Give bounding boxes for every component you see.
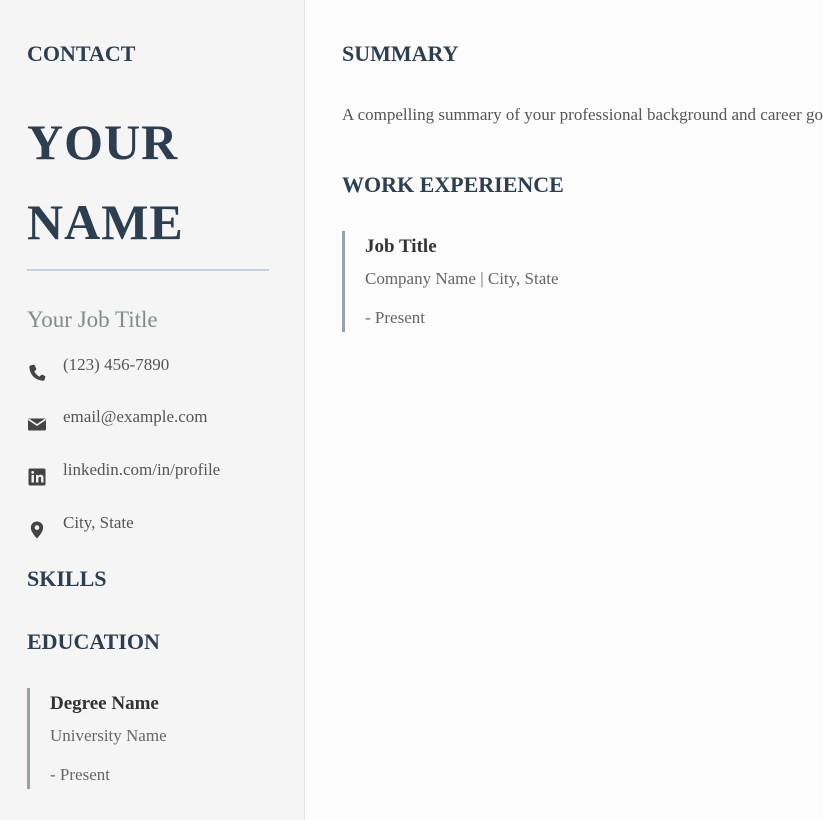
name-divider — [27, 269, 269, 271]
job-title: Your Job Title — [27, 307, 158, 332]
degree-name: Degree Name — [50, 693, 159, 714]
contact-heading: CONTACT — [27, 41, 136, 66]
contact-phone-text: (123) 456-7890 — [63, 355, 170, 374]
contact-location-text: City, State — [63, 513, 134, 532]
location-pin-icon — [27, 520, 47, 540]
work-experience-heading: WORK EXPERIENCE — [342, 172, 564, 197]
sidebar: CONTACT YOUR NAME Your Job Title (123) 4… — [0, 0, 305, 820]
main-content: SUMMARY A compelling summary of your pro… — [306, 0, 823, 820]
phone-icon — [27, 362, 47, 382]
linkedin-icon — [27, 467, 47, 487]
resume-page: CONTACT YOUR NAME Your Job Title (123) 4… — [0, 0, 823, 820]
name-first-line: YOUR — [27, 114, 179, 170]
skills-heading: SKILLS — [27, 566, 107, 591]
university-name: University Name — [50, 726, 167, 745]
company-name: Company Name | City, State — [365, 269, 559, 288]
work-dates: - Present — [365, 308, 425, 327]
contact-linkedin[interactable]: linkedin.com/in/profile — [27, 460, 220, 486]
contact-email[interactable]: email@example.com — [27, 407, 208, 433]
envelope-icon — [27, 414, 47, 434]
education-dates: - Present — [50, 765, 110, 784]
name-second-line: NAME — [27, 194, 184, 250]
contact-email-text[interactable]: email@example.com — [63, 407, 208, 427]
summary-text: A compelling summary of your professiona… — [342, 105, 823, 124]
education-heading: EDUCATION — [27, 629, 160, 654]
contact-location: City, State — [27, 513, 134, 539]
contact-phone: (123) 456-7890 — [27, 355, 169, 381]
education-entry: Degree Name University Name - Present — [27, 688, 287, 789]
work-job-title: Job Title — [365, 236, 437, 257]
contact-linkedin-text[interactable]: linkedin.com/in/profile — [63, 460, 220, 480]
work-entry: Job Title Company Name | City, State - P… — [342, 231, 812, 332]
summary-heading: SUMMARY — [342, 41, 459, 66]
